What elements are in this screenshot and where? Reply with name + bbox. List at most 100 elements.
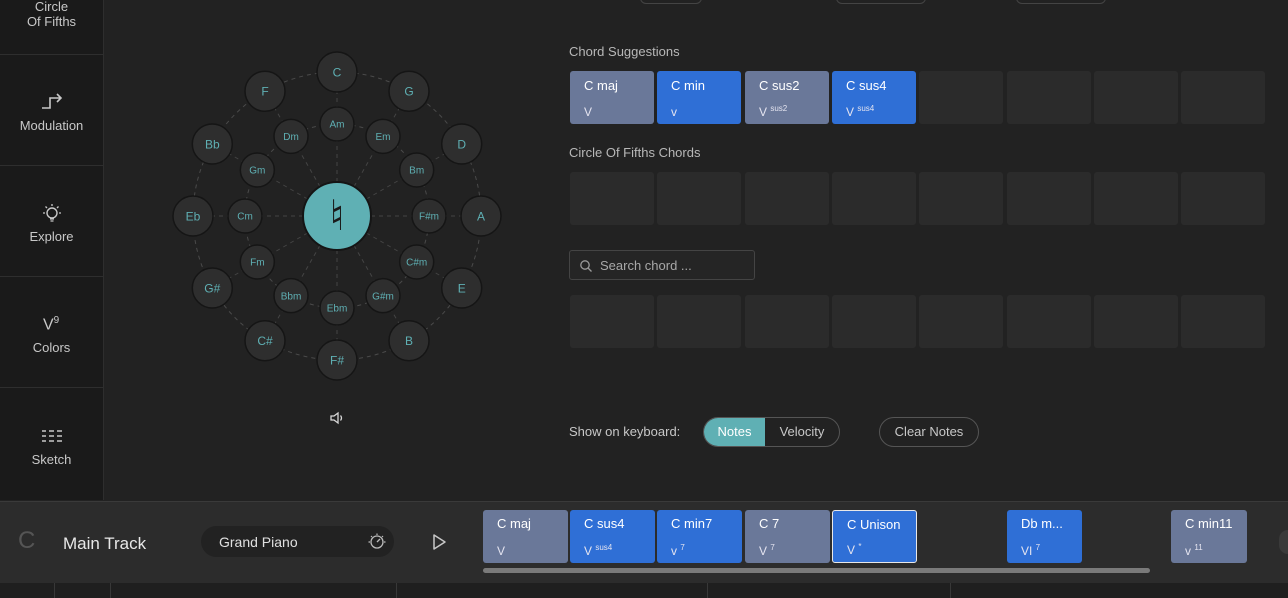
bottom-strip [0,583,1288,598]
svg-text:Ebm: Ebm [327,304,348,315]
search-chord-input[interactable]: Search chord ... [569,250,755,280]
chord-chip[interactable]: C sus4 V sus4 [832,71,916,124]
circle-of-fifths-chords-title: Circle Of Fifths Chords [569,145,701,160]
minor-key-node-bm[interactable]: Bm [398,152,435,188]
key-node-b[interactable]: B [388,319,430,362]
chord-chip[interactable]: C min v [657,71,741,124]
empty-chord-slot[interactable] [919,71,1003,124]
key-node-csharp[interactable]: C# [244,319,286,362]
keyboard-display-toggle: Notes Velocity [703,417,840,447]
svg-text:Dm: Dm [283,132,299,143]
sidebar-item-label: Modulation [19,118,84,133]
chord-chip[interactable]: C sus4 V sus4 [570,510,655,563]
instrument-name: Grand Piano [219,534,298,550]
sidebar-item-sketch[interactable]: Sketch [0,388,103,500]
empty-chord-slot[interactable] [1181,71,1265,124]
empty-chord-slot[interactable] [1094,71,1178,124]
minor-key-node-ebm[interactable]: Ebm [319,290,355,326]
key-node-d[interactable]: D [440,123,483,165]
divider [950,583,951,598]
minor-key-node-csharpm[interactable]: C#m [398,244,435,280]
empty-chord-slot[interactable] [1094,172,1178,225]
natural-sign-icon: ♮ [329,191,344,240]
chord-chip[interactable]: C sus2 V sus2 [745,71,829,124]
svg-text:Em: Em [376,132,391,143]
track-key-label[interactable]: C [18,527,35,555]
velocity-toggle-button[interactable]: Velocity [765,418,839,446]
roman-numeral: V 7 [759,543,775,558]
minor-key-node-dm[interactable]: Dm [273,118,309,155]
minor-key-node-fsharpm[interactable]: F#m [411,198,447,234]
minor-key-node-am[interactable]: Am [319,106,355,142]
key-node-gsharp[interactable]: G# [191,267,234,309]
sidebar-item-circle-of-fifths[interactable]: Circle Of Fifths [0,0,103,55]
empty-chord-slot[interactable] [657,172,741,225]
empty-chord-slot[interactable] [1181,295,1265,348]
minor-key-node-em[interactable]: Em [365,118,401,155]
empty-chord-slot[interactable] [570,172,654,225]
minor-key-node-gsharpm[interactable]: G#m [365,277,401,314]
key-node-eb[interactable]: Eb [172,195,214,237]
sidebar-item-colors[interactable]: V9 Colors [0,277,103,388]
chord-chip[interactable]: C min7 v 7 [657,510,742,563]
key-node-c[interactable]: C [316,51,358,93]
chord-chip[interactable]: C maj V [483,510,568,563]
chord-chip[interactable]: C 7 V 7 [745,510,830,563]
track-edge-handle[interactable] [1279,530,1288,554]
natural-center-button[interactable]: ♮ [302,181,372,251]
instrument-selector[interactable]: Grand Piano [201,526,394,557]
minor-key-node-cm[interactable]: Cm [227,198,263,234]
track-scrollbar[interactable] [483,568,1150,573]
empty-chord-slot[interactable] [1181,172,1265,225]
empty-chord-slot[interactable] [832,172,916,225]
top-control[interactable] [1016,0,1106,4]
divider [396,583,397,598]
minor-key-node-fm[interactable]: Fm [239,244,276,280]
sidebar: Circle Of Fifths Modulation Explore V9 C… [0,0,104,500]
notes-toggle-button[interactable]: Notes [704,418,765,446]
svg-text:F: F [261,85,268,99]
key-node-g[interactable]: G [388,70,430,113]
empty-chord-slot[interactable] [745,172,829,225]
sidebar-item-modulation[interactable]: Modulation [0,55,103,166]
empty-chord-slot[interactable] [1007,172,1091,225]
key-node-a[interactable]: A [460,195,502,237]
minor-key-node-gm[interactable]: Gm [239,152,276,188]
track-name[interactable]: Main Track [63,534,146,554]
chord-chip[interactable]: Db m... VI 7 [1007,510,1082,563]
chord-chip[interactable]: C Unison V * [832,510,917,563]
chord-chip[interactable]: C min11 v 11 [1171,510,1247,563]
chord-name: C min7 [671,516,713,531]
key-node-fsharp[interactable]: F# [316,339,358,381]
empty-chord-slot[interactable] [745,295,829,348]
svg-text:Bm: Bm [409,166,424,177]
empty-chord-slot[interactable] [570,295,654,348]
empty-chord-slot[interactable] [919,295,1003,348]
svg-text:F#: F# [330,353,344,367]
key-node-e[interactable]: E [440,267,483,309]
sidebar-item-explore[interactable]: Explore [0,166,103,277]
instrument-settings-icon[interactable] [367,532,387,552]
empty-chord-slot[interactable] [832,295,916,348]
minor-key-node-bbm[interactable]: Bbm [273,277,309,314]
key-node-f[interactable]: F [244,70,286,113]
play-icon[interactable] [430,533,448,551]
roman-numeral: V [497,544,506,558]
svg-text:C#: C# [257,334,273,348]
roman-numeral: v 11 [1185,543,1203,558]
chord-chip[interactable]: C maj V [570,71,654,124]
empty-chord-slot[interactable] [1007,295,1091,348]
empty-chord-slot[interactable] [919,172,1003,225]
empty-chord-slot[interactable] [657,295,741,348]
search-icon [580,260,592,272]
empty-chord-slot[interactable] [1007,71,1091,124]
speaker-icon[interactable] [328,409,346,427]
top-control[interactable] [640,0,702,4]
sidebar-item-label: Of Fifths [26,14,77,29]
key-node-bb[interactable]: Bb [191,123,234,165]
top-control[interactable] [836,0,926,4]
clear-notes-button[interactable]: Clear Notes [879,417,979,447]
show-on-keyboard-label: Show on keyboard: [569,424,681,439]
empty-chord-slot[interactable] [1094,295,1178,348]
svg-text:Bbm: Bbm [281,291,302,302]
